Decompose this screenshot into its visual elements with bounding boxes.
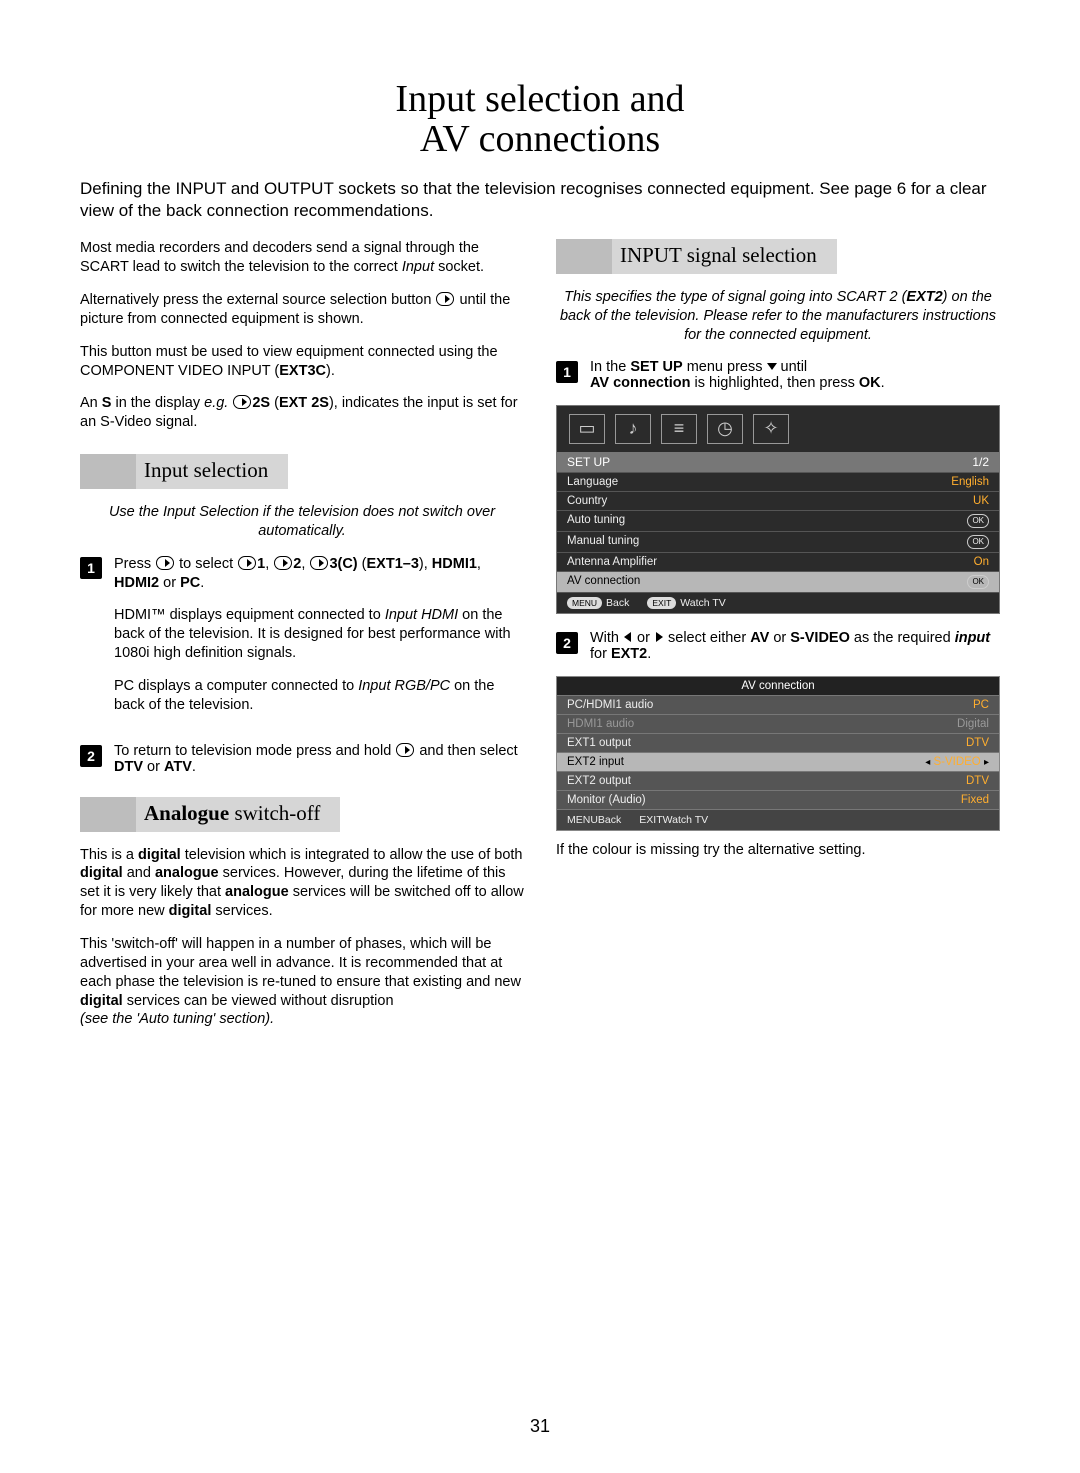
left-column: Most media recorders and decoders send a… [80,239,524,1043]
page-title: Input selection and AV connections [80,80,1000,160]
step-2: 2 To return to television mode press and… [80,743,524,775]
right-step-2-body: With or select either AV or S-VIDEO as t… [590,630,1000,662]
input-selection-note: Use the Input Selection if the televisio… [80,503,524,541]
section-header-label: INPUT signal selection [612,239,837,274]
osd2-row: EXT2 outputDTV [557,771,999,790]
step-2-body: To return to television mode press and h… [114,743,524,775]
source-button-icon [156,556,174,570]
right-column: INPUT signal selection This specifies th… [556,239,1000,1043]
osd-title: SET UP [567,455,610,469]
right-step-1: 1 In the SET UP menu press until AV conn… [556,359,1000,391]
right-arrow-icon [654,632,664,642]
section-header-label: Analogue switch-off [136,797,340,832]
osd-setup-menu: ▭ ♪ ≡ ◷ ✧ SET UP 1/2 LanguageEnglishCoun… [556,405,1000,614]
step-1: 1 Press to select 1, 2, 3(C) (EXT1–3), H… [80,555,524,729]
step-badge-1: 1 [556,361,578,383]
down-arrow-icon [767,361,777,371]
source-button-icon [274,556,292,570]
menu-pill: MENU [567,814,598,826]
title-line-1: Input selection and [395,78,684,120]
left-p1: Most media recorders and decoders send a… [80,239,524,277]
osd-icon-row: ▭ ♪ ≡ ◷ ✧ [557,406,999,452]
right-step-1-body: In the SET UP menu press until AV connec… [590,359,1000,391]
osd2-row: EXT1 outputDTV [557,733,999,752]
right-step-2: 2 With or select either AV or S-VIDEO as… [556,630,1000,662]
analogue-p2: This 'switch-off' will happen in a numbe… [80,935,524,1029]
exit-pill: EXIT [647,597,676,609]
source-button-icon [310,556,328,570]
analogue-p1: This is a digital television which is in… [80,846,524,921]
page-number: 31 [0,1416,1080,1437]
source-button-icon [233,395,251,409]
setup-tab-icon: ✧ [753,414,789,444]
section-header-bar [80,454,136,489]
manual-page: Input selection and AV connections Defin… [0,0,1080,1473]
osd-row: Manual tuningOK [557,531,999,552]
section-header-bar [80,797,136,832]
osd2-title: AV connection [557,677,999,695]
osd-row: Auto tuningOK [557,510,999,531]
exit-pill: EXIT [639,814,662,826]
section-header-input-signal: INPUT signal selection [556,239,1000,274]
osd-title-bar: SET UP 1/2 [557,452,999,472]
source-button-icon [238,556,256,570]
picture-tab-icon: ▭ [569,414,605,444]
timer-tab-icon: ◷ [707,414,743,444]
osd2-row: PC/HDMI1 audioPC [557,695,999,714]
section-header-label: Input selection [136,454,288,489]
left-p3: This button must be used to view equipme… [80,343,524,381]
osd-page-indicator: 1/2 [972,455,989,469]
left-p2: Alternatively press the external source … [80,291,524,329]
section-header-input-selection: Input selection [80,454,524,489]
left-p4: An S in the display e.g. 2S (EXT 2S), in… [80,394,524,432]
osd2-footer: MENUBack EXITWatch TV [557,809,999,830]
osd-av-connection-menu: AV connection PC/HDMI1 audioPCHDMI1 audi… [556,676,1000,831]
step-badge-2: 2 [80,745,102,767]
input-signal-note: This specifies the type of signal going … [556,288,1000,345]
tail-note: If the colour is missing try the alterna… [556,841,1000,860]
source-button-icon [396,743,414,757]
step-badge-2: 2 [556,632,578,654]
two-columns: Most media recorders and decoders send a… [80,239,1000,1043]
osd-row: Antenna AmplifierOn [557,552,999,571]
osd-row: CountryUK [557,491,999,510]
title-line-2: AV connections [420,118,660,160]
osd-row: AV connectionOK [557,571,999,592]
menu-pill: MENU [567,597,602,609]
left-arrow-icon [623,632,633,642]
section-header-analogue-switchoff: Analogue switch-off [80,797,524,832]
intro-text: Defining the INPUT and OUTPUT sockets so… [80,178,1000,222]
section-header-bar [556,239,612,274]
osd-row: LanguageEnglish [557,472,999,491]
osd2-row: Monitor (Audio)Fixed [557,790,999,809]
source-button-icon [436,292,454,306]
step-badge-1: 1 [80,557,102,579]
osd2-row: EXT2 input◂ S-VIDEO ▸ [557,752,999,771]
sound-tab-icon: ♪ [615,414,651,444]
feature-tab-icon: ≡ [661,414,697,444]
osd2-row: HDMI1 audioDigital [557,714,999,733]
step-1-body: Press to select 1, 2, 3(C) (EXT1–3), HDM… [114,555,524,729]
osd-footer: MENUBack EXITWatch TV [557,592,999,613]
